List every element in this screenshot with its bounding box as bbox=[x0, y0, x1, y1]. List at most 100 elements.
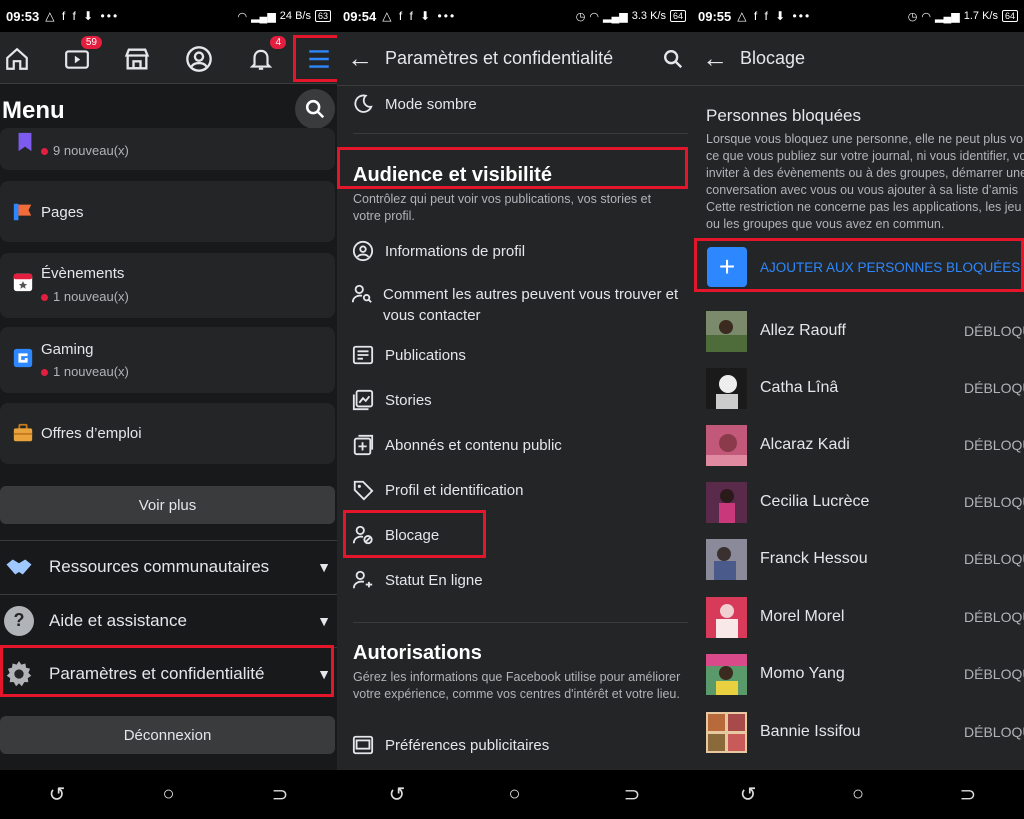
followers-icon bbox=[351, 433, 375, 457]
settings-item-find-contact[interactable]: Comment les autres peuvent vous trouver … bbox=[351, 284, 687, 326]
unblock-button[interactable]: DÉBLOQU bbox=[964, 494, 1024, 510]
header-title: Paramètres et confidentialité bbox=[385, 48, 614, 68]
settings-item-label: Mode sombre bbox=[385, 96, 477, 113]
blocking-header: ← Blocage bbox=[692, 32, 1024, 86]
settings-item-dark-mode[interactable]: Mode sombre bbox=[351, 94, 688, 116]
profile-tab[interactable] bbox=[182, 42, 216, 76]
shortcut-pages[interactable]: Pages bbox=[0, 181, 335, 242]
highlight-add-blocked bbox=[694, 238, 1024, 292]
home-circle-icon[interactable]: ○ bbox=[508, 783, 520, 806]
highlight-blocking bbox=[343, 510, 486, 558]
home-circle-icon[interactable]: ○ bbox=[852, 783, 864, 806]
recent-apps-icon[interactable]: ↺ bbox=[49, 782, 66, 807]
status-icons: △ f f ⬇ ••• bbox=[382, 9, 457, 23]
highlight-settings bbox=[0, 645, 334, 697]
see-more-button[interactable]: Voir plus bbox=[0, 486, 335, 524]
blocked-person-row: Allez Raouff DÉBLOQU bbox=[706, 309, 1024, 353]
section-community-resources[interactable]: Ressources communautaires ▼ bbox=[0, 540, 337, 592]
alarm-icon: ◷ bbox=[575, 10, 586, 23]
marketplace-tab[interactable] bbox=[120, 42, 154, 76]
shortcut-events[interactable]: Évènements 1 nouveau(x) bbox=[0, 253, 335, 318]
shortcut-label: Gaming bbox=[41, 341, 94, 358]
status-time: 09:53 bbox=[6, 8, 40, 24]
blocked-people-description: Lorsque vous bloquez une personne, elle … bbox=[706, 132, 1024, 231]
system-nav-bar: ↺ ○ ⊃ bbox=[337, 770, 692, 819]
blocked-person-row: Bannie Issifou DÉBLOQU bbox=[706, 710, 1024, 754]
avatar bbox=[706, 310, 747, 352]
unblock-button[interactable]: DÉBLOQU bbox=[964, 437, 1024, 453]
shortcut-saved[interactable]: 9 nouveau(x) bbox=[0, 128, 335, 170]
blocked-person-row: Catha Lînâ DÉBLOQU bbox=[706, 366, 1024, 410]
unblock-button[interactable]: DÉBLOQU bbox=[964, 551, 1024, 567]
unblock-button[interactable]: DÉBLOQU bbox=[964, 380, 1024, 396]
shortcut-new-count: 1 nouveau(x) bbox=[41, 289, 129, 304]
shortcut-label: Pages bbox=[41, 204, 84, 221]
person-name: Alcaraz Kadi bbox=[760, 436, 850, 453]
watch-tab[interactable]: 59 bbox=[60, 36, 102, 76]
divider bbox=[353, 133, 688, 134]
settings-item-label: Profil et identification bbox=[385, 482, 524, 499]
settings-item-profile-info[interactable]: Informations de profil bbox=[351, 240, 688, 263]
logout-button[interactable]: Déconnexion bbox=[0, 716, 335, 754]
settings-item-ad-preferences[interactable]: Préférences publicitaires bbox=[351, 735, 688, 757]
unblock-button[interactable]: DÉBLOQU bbox=[964, 724, 1024, 740]
section-description: Contrôlez qui peut voir vos publications… bbox=[353, 192, 652, 223]
briefcase-icon bbox=[13, 423, 33, 442]
shortcut-jobs[interactable]: Offres d’emploi bbox=[0, 403, 335, 464]
back-arrow-icon[interactable]: ← bbox=[702, 43, 732, 74]
shortcut-gaming[interactable]: Gaming 1 nouveau(x) bbox=[0, 327, 335, 393]
back-arrow-icon[interactable]: ← bbox=[347, 43, 377, 74]
settings-header: ← Paramètres et confidentialité bbox=[337, 32, 692, 86]
section-help[interactable]: ? Aide et assistance ▼ bbox=[0, 594, 337, 646]
recent-apps-icon[interactable]: ↺ bbox=[740, 782, 757, 807]
top-navigation: 59 4 bbox=[0, 32, 337, 84]
settings-item-label: Abonnés et contenu public bbox=[385, 437, 562, 454]
battery-icon: 63 bbox=[314, 10, 331, 22]
back-icon[interactable]: ⊃ bbox=[959, 782, 976, 807]
person-name: Franck Hessou bbox=[760, 550, 868, 567]
home-icon bbox=[6, 47, 28, 70]
menu-panel: 09:53 △ f f ⬇ ••• ◠ ▂▄▆ 24 B/s 63 59 4 M… bbox=[0, 0, 337, 819]
search-button[interactable] bbox=[295, 89, 335, 129]
search-icon bbox=[305, 99, 325, 119]
notifications-tab[interactable]: 4 bbox=[244, 36, 286, 76]
network-speed: 1.7 K/s bbox=[963, 10, 998, 22]
profile-icon bbox=[186, 46, 212, 72]
back-icon[interactable]: ⊃ bbox=[272, 782, 289, 807]
settings-item-online-status[interactable]: Statut En ligne bbox=[351, 570, 688, 592]
settings-item-followers[interactable]: Abonnés et contenu public bbox=[351, 433, 688, 457]
store-icon bbox=[124, 48, 150, 70]
header-title: Blocage bbox=[740, 48, 806, 68]
settings-item-stories[interactable]: Stories bbox=[351, 389, 688, 412]
wifi-icon: ◠ bbox=[589, 10, 600, 23]
back-icon[interactable]: ⊃ bbox=[624, 782, 641, 807]
settings-item-posts[interactable]: Publications bbox=[351, 345, 688, 367]
gaming-icon bbox=[13, 348, 33, 368]
person-search-icon bbox=[351, 282, 373, 306]
unblock-button[interactable]: DÉBLOQU bbox=[964, 609, 1024, 625]
person-name: Catha Lînâ bbox=[760, 379, 839, 396]
section-description: Gérez les informations que Facebook util… bbox=[353, 670, 681, 701]
settings-item-label: Comment les autres peuvent vous trouver … bbox=[383, 286, 679, 324]
search-icon[interactable] bbox=[662, 48, 684, 70]
home-circle-icon[interactable]: ○ bbox=[162, 783, 174, 806]
home-tab[interactable] bbox=[0, 42, 34, 76]
status-icons: △ f f ⬇ ••• bbox=[737, 9, 812, 23]
flag-icon bbox=[13, 203, 32, 221]
section-label: Aide et assistance bbox=[49, 610, 187, 630]
unblock-button[interactable]: DÉBLOQU bbox=[964, 323, 1024, 339]
tag-icon bbox=[351, 478, 375, 502]
status-bar: 09:54 △ f f ⬇ ••• ◷ ◠ ▂▄▆ 3.3 K/s 64 bbox=[337, 0, 692, 32]
signal-icon: ▂▄▆ bbox=[935, 10, 960, 23]
avatar bbox=[706, 538, 747, 580]
blocked-person-row: Alcaraz Kadi DÉBLOQU bbox=[706, 423, 1024, 467]
recent-apps-icon[interactable]: ↺ bbox=[389, 782, 406, 807]
divider bbox=[353, 622, 688, 623]
chevron-down-icon: ▼ bbox=[317, 558, 331, 575]
avatar bbox=[706, 481, 747, 523]
settings-item-label: Préférences publicitaires bbox=[385, 737, 550, 754]
person-name: Momo Yang bbox=[760, 665, 845, 682]
settings-item-profile-tagging[interactable]: Profil et identification bbox=[351, 480, 688, 502]
unblock-button[interactable]: DÉBLOQU bbox=[964, 666, 1024, 682]
watch-badge: 59 bbox=[80, 36, 102, 49]
